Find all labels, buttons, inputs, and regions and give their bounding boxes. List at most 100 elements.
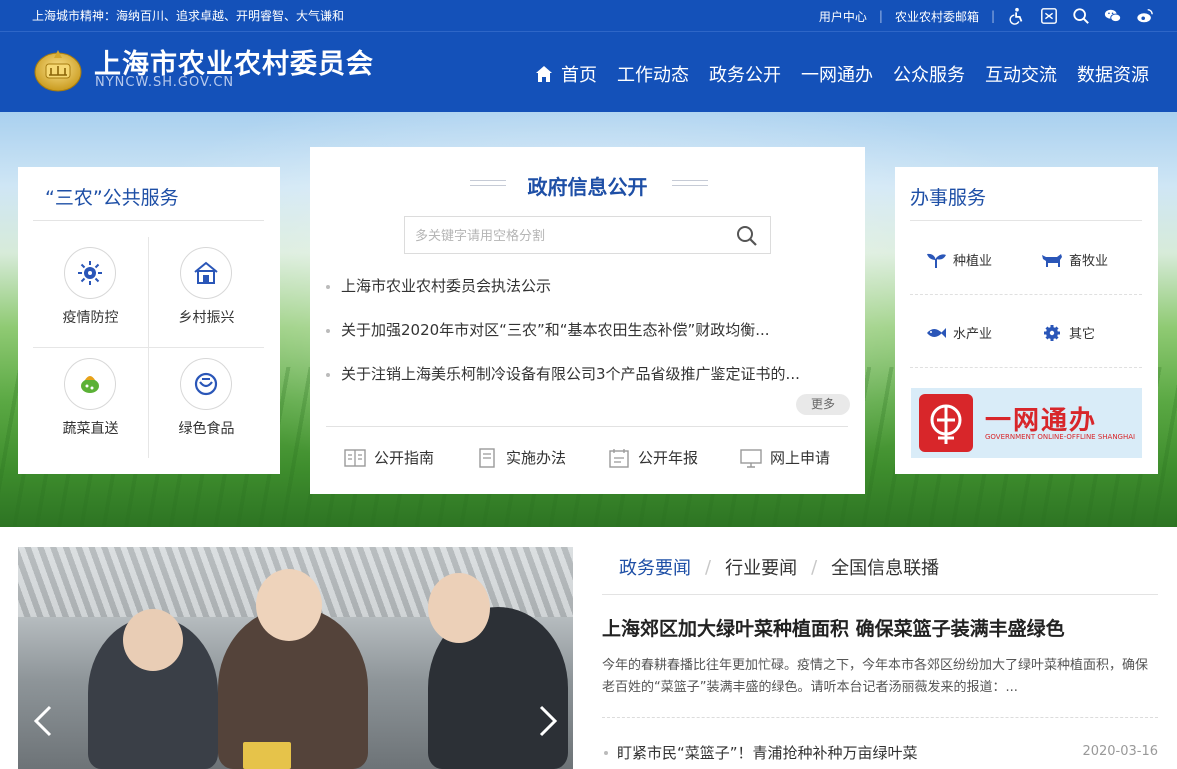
gov-news-list: 上海市农业农村委员会执法公示 关于加强2020年市对区“三农”和“基本农田生态补… — [326, 275, 846, 407]
search-icon[interactable] — [1071, 6, 1091, 26]
news-tabs: 政务要闻 / 行业要闻 / 全国信息联播 — [619, 554, 939, 580]
divider — [602, 594, 1158, 595]
nav-gov-open[interactable]: 政务公开 — [709, 61, 781, 87]
quick-link-label: 网上申请 — [769, 449, 830, 467]
sprout-icon — [927, 253, 946, 268]
one-net-banner-title: 一网通办 — [985, 406, 1098, 436]
gov-info-panel: 政府信息公开 上海市农业农村委员会执法公示 关于加强2020年市对区“三农”和“… — [310, 147, 865, 494]
shanghai-emblem-icon[interactable] — [33, 44, 83, 92]
news-headline[interactable]: 上海郊区加大绿叶菜种植面积 确保菜篮子装满丰盛绿色 — [602, 614, 1065, 641]
news-item-title: 盯紧市民“菜篮子”！青浦抢种补种万亩绿叶菜 — [617, 744, 918, 762]
business-service-panel: 办事服务 种植业 畜牧业 水产业 其它 一网通办 GOVERNMENT ONLI… — [895, 167, 1158, 474]
gear-icon — [1044, 324, 1060, 341]
site-header: 上海市农业农村委员会 NYNCW.SH.GOV.CN 首页 工作动态 政务公开 … — [0, 32, 1177, 112]
separator: | — [990, 9, 995, 23]
panel-title: 政府信息公开 — [527, 175, 648, 199]
service-label: 绿色食品 — [178, 421, 235, 437]
more-button[interactable]: 更多 — [796, 394, 850, 415]
service-label: 疫情防控 — [62, 310, 119, 326]
service-epidemic[interactable]: 疫情防控 — [33, 237, 148, 347]
service-planting[interactable]: 种植业 — [925, 250, 992, 269]
news-photo-carousel[interactable] — [18, 547, 573, 769]
chevron-left-icon[interactable] — [32, 705, 54, 737]
service-label: 乡村振兴 — [178, 310, 235, 326]
list-item[interactable]: 盯紧市民“菜篮子”！青浦抢种补种万亩绿叶菜 2020-03-16 — [602, 742, 1158, 764]
nav-label: 首页 — [561, 65, 597, 86]
search-box — [404, 216, 771, 254]
accessibility-icon[interactable] — [1007, 6, 1027, 26]
top-links: 用户中心 | 农业农村委邮箱 | — [807, 6, 1155, 26]
title-decoration — [672, 180, 708, 186]
quick-link-annual-report[interactable]: 公开年报 — [608, 447, 698, 468]
search-icon[interactable] — [736, 225, 758, 247]
mailbox-link[interactable]: 农业农村委邮箱 — [883, 8, 991, 25]
one-net-banner[interactable]: 一网通办 GOVERNMENT ONLINE-OFFLINE SHANGHAI — [911, 388, 1142, 458]
service-green-food[interactable]: 绿色食品 — [149, 348, 264, 458]
weibo-icon[interactable] — [1135, 6, 1155, 26]
list-item[interactable]: 上海市农业农村委员会执法公示 — [326, 275, 846, 319]
photo-person — [123, 609, 183, 671]
city-spirit-text: 上海城市精神：海纳百川、追求卓越、开明睿智、大气谦和 — [32, 9, 345, 23]
service-label: 水产业 — [953, 327, 993, 342]
nav-home[interactable]: 首页 — [535, 61, 597, 87]
book-icon — [344, 448, 366, 467]
photo-person — [428, 573, 490, 643]
service-vegetable-delivery[interactable]: 蔬菜直送 — [33, 348, 148, 458]
quick-link-label: 公开年报 — [637, 449, 698, 467]
service-grid: 疫情防控 乡村振兴 蔬菜直送 绿色食品 — [33, 237, 264, 458]
quick-links: 公开指南 实施办法 公开年报 网上申请 — [326, 447, 848, 468]
divider — [910, 220, 1142, 221]
search-input[interactable] — [415, 225, 715, 247]
quick-link-label: 公开指南 — [374, 449, 435, 467]
news-summary: 今年的春耕春播比往年更加忙碌。疫情之下，今年本市各郊区纷纷加大了绿叶菜种植面积，… — [602, 658, 1149, 695]
photo-product-box — [243, 742, 291, 769]
one-net-banner-subtitle: GOVERNMENT ONLINE-OFFLINE SHANGHAI — [985, 433, 1136, 441]
house-icon — [180, 247, 232, 299]
nav-public-service[interactable]: 公众服务 — [893, 61, 965, 87]
home-icon — [536, 66, 552, 82]
service-aquaculture[interactable]: 水产业 — [925, 323, 992, 342]
service-label: 其它 — [1069, 327, 1096, 342]
service-label: 种植业 — [953, 254, 993, 269]
nav-one-net[interactable]: 一网通办 — [801, 61, 873, 87]
quick-link-measures[interactable]: 实施办法 — [476, 447, 566, 468]
site-domain: NYNCW.SH.GOV.CN — [95, 75, 235, 90]
vegetable-icon — [64, 358, 116, 410]
one-net-logo-icon — [919, 394, 973, 452]
user-center-link[interactable]: 用户中心 — [807, 8, 879, 25]
panel-title: “三农”公共服务 — [45, 187, 179, 209]
list-item[interactable]: 关于加强2020年市对区“三农”和“基本农田生态补偿”财政均衡... — [326, 319, 846, 363]
news-item-date: 2020-03-16 — [1082, 744, 1158, 759]
nav-data-resources[interactable]: 数据资源 — [1077, 61, 1149, 87]
elder-mode-icon[interactable] — [1039, 6, 1059, 26]
document-icon — [479, 447, 495, 468]
nav-work-news[interactable]: 工作动态 — [617, 61, 689, 87]
panel-title: 办事服务 — [910, 187, 987, 209]
service-livestock[interactable]: 畜牧业 — [1041, 250, 1108, 269]
quick-link-label: 实施办法 — [505, 449, 566, 467]
monitor-icon — [740, 448, 762, 468]
calendar-icon — [609, 448, 629, 468]
divider — [602, 717, 1158, 718]
tab-gov-news[interactable]: 政务要闻 — [619, 554, 691, 580]
separator: / — [705, 556, 712, 578]
divider — [326, 426, 848, 427]
quick-link-guide[interactable]: 公开指南 — [344, 447, 434, 468]
fish-icon — [927, 327, 946, 338]
divider — [33, 220, 264, 221]
separator: / — [811, 556, 818, 578]
main-nav: 首页 工作动态 政务公开 一网通办 公众服务 互动交流 数据资源 — [515, 61, 1149, 87]
service-rural-revival[interactable]: 乡村振兴 — [149, 237, 264, 347]
quick-link-online-apply[interactable]: 网上申请 — [740, 447, 830, 468]
tab-national-broadcast[interactable]: 全国信息联播 — [831, 554, 939, 580]
divider — [910, 367, 1142, 368]
nav-interaction[interactable]: 互动交流 — [985, 61, 1057, 87]
list-item[interactable]: 关于注销上海美乐柯制冷设备有限公司3个产品省级推广鉴定证书的... — [326, 363, 846, 407]
service-label: 畜牧业 — [1069, 254, 1109, 269]
divider — [910, 294, 1142, 295]
chevron-right-icon[interactable] — [537, 705, 559, 737]
service-other[interactable]: 其它 — [1041, 323, 1095, 342]
photo-person — [256, 569, 322, 641]
tab-industry-news[interactable]: 行业要闻 — [725, 554, 797, 580]
wechat-icon[interactable] — [1103, 6, 1123, 26]
